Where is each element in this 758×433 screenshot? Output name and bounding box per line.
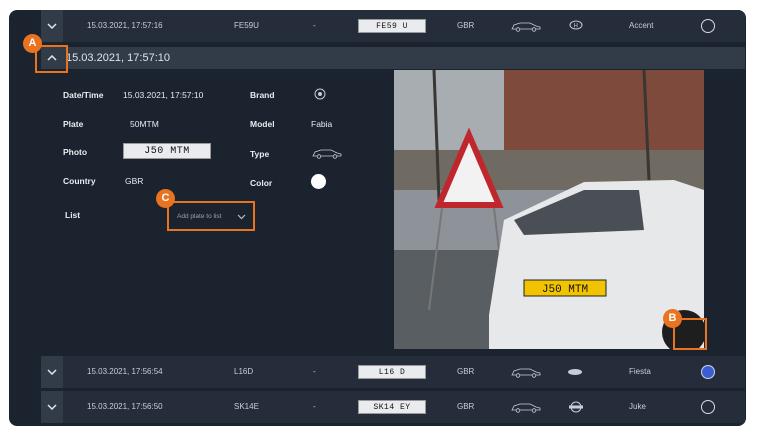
plate-image: SK14 EY [358, 400, 426, 414]
expand-button[interactable] [41, 356, 63, 388]
color-swatch-white [311, 174, 326, 189]
chevron-down-icon [47, 23, 57, 29]
color-swatch [701, 400, 715, 414]
hyundai-logo-icon: H [569, 20, 583, 30]
car-icon [511, 22, 541, 32]
table-row[interactable]: 15.03.2021, 17:57:16 FE59U - FE59 U GBR … [41, 10, 745, 42]
app-window: 15.03.2021, 17:57:16 FE59U - FE59 U GBR … [9, 10, 746, 426]
expand-button[interactable] [41, 391, 63, 423]
skoda-logo-icon [314, 88, 326, 100]
plate-image: L16 D [358, 365, 426, 379]
row-dash: - [313, 21, 316, 30]
plate-photo: J50 MTM [123, 143, 211, 159]
chevron-down-icon [47, 404, 57, 410]
row-plate: SK14E [234, 402, 259, 411]
value-datetime: 15.03.2021, 17:57:10 [123, 90, 204, 100]
row-datetime: 15.03.2021, 17:57:16 [87, 21, 163, 30]
value-plate: 50MTM [130, 119, 159, 129]
color-swatch [701, 365, 715, 379]
row-plate: L16D [234, 367, 254, 376]
callout-b: B [663, 309, 682, 328]
row-model: Fiesta [629, 367, 651, 376]
color-swatch [701, 19, 715, 33]
value-country: GBR [125, 176, 144, 186]
car-icon [312, 149, 342, 159]
row-dash: - [313, 402, 316, 411]
svg-text:H: H [574, 24, 578, 30]
label-color: Color [250, 178, 273, 188]
label-list: List [65, 210, 81, 220]
highlight-list-dropdown [167, 201, 255, 231]
expand-button[interactable] [41, 10, 63, 42]
label-photo: Photo [63, 147, 88, 157]
callout-c: C [156, 189, 175, 208]
row-country: GBR [457, 21, 475, 30]
row-datetime: 15.03.2021, 17:56:50 [87, 402, 163, 411]
label-country: Country [63, 176, 96, 186]
table-row[interactable]: 15.03.2021, 17:56:54 L16D - L16 D GBR Fi… [41, 356, 745, 388]
callout-a: A [23, 34, 42, 53]
row-country: GBR [457, 402, 475, 411]
row-plate: FE59U [234, 21, 259, 30]
label-type: Type [250, 149, 270, 159]
label-datetime: Date/Time [63, 90, 104, 100]
vehicle-scene: J50 MTM [394, 70, 704, 349]
vehicle-photo[interactable]: J50 MTM [394, 70, 704, 349]
label-brand: Brand [250, 90, 275, 100]
expanded-title: 15.03.2021, 17:57:10 [66, 52, 170, 64]
row-datetime: 15.03.2021, 17:56:54 [87, 367, 163, 376]
row-country: GBR [457, 367, 475, 376]
expanded-row-header: 15.03.2021, 17:57:10 [41, 47, 745, 69]
table-row[interactable]: 15.03.2021, 17:56:50 SK14E - SK14 EY GBR… [41, 391, 745, 423]
ford-logo-icon [568, 369, 582, 375]
row-model: Accent [629, 21, 654, 30]
label-model: Model [250, 119, 275, 129]
scene-plate-text: J50 MTM [542, 284, 588, 296]
car-icon [511, 368, 541, 378]
nissan-logo-icon [569, 401, 583, 413]
value-model: Fabia [311, 119, 333, 129]
chevron-down-icon [47, 369, 57, 375]
row-dash: - [313, 367, 316, 376]
plate-image: FE59 U [358, 19, 426, 33]
car-icon [511, 403, 541, 413]
label-plate: Plate [63, 119, 84, 129]
row-model: Juke [629, 402, 646, 411]
